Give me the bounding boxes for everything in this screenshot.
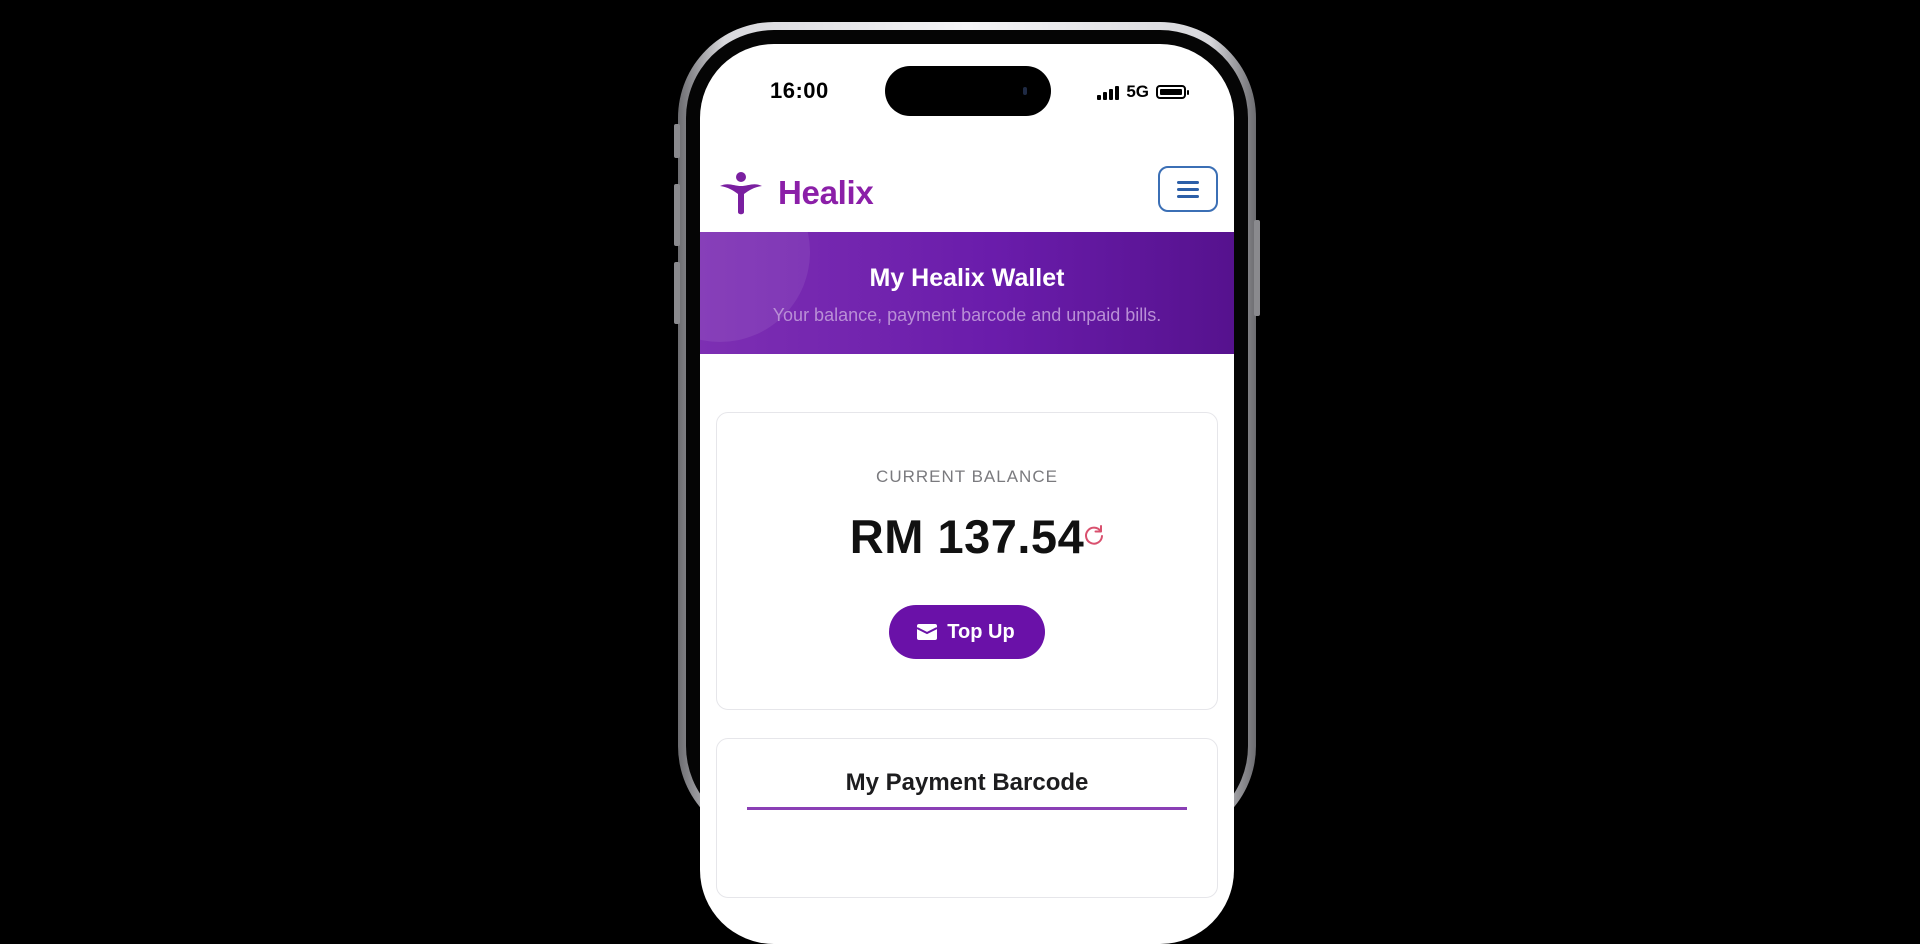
status-icons: 5G <box>1097 82 1189 102</box>
signal-icon <box>1097 84 1120 100</box>
person-arms-raised-logo[interactable] <box>718 170 764 216</box>
page-title: My Healix Wallet <box>869 264 1065 292</box>
status-time: 16:00 <box>770 78 829 103</box>
menu-line <box>1177 187 1199 191</box>
side-button-volume-up <box>674 184 680 246</box>
top-up-button[interactable]: Top Up <box>889 605 1045 659</box>
camera-dot <box>1023 87 1027 95</box>
balance-amount: RM 137.54 <box>849 510 1085 563</box>
payment-barcode-card: My Payment Barcode <box>716 738 1218 898</box>
top-up-label: Top Up <box>947 620 1015 643</box>
barcode-title: My Payment Barcode <box>845 769 1089 796</box>
battery-level <box>1160 89 1182 95</box>
battery-icon <box>1156 85 1189 99</box>
menu-line <box>1177 194 1199 198</box>
side-button-action <box>674 124 680 158</box>
hamburger-menu-button[interactable] <box>1158 166 1218 212</box>
wallet-icon <box>917 624 938 640</box>
balance-row: RM 137.54 <box>717 509 1217 565</box>
balance-label: CURRENT BALANCE <box>876 467 1058 486</box>
balance-card: CURRENT BALANCE RM 137.54 Top Up <box>716 412 1218 710</box>
menu-line <box>1177 180 1199 184</box>
side-button-power <box>1254 220 1260 316</box>
phone-screen: 16:00 5G Healix My Healix Wallet Your ba… <box>700 44 1234 944</box>
dynamic-island <box>885 66 1051 116</box>
network-type: 5G <box>1126 82 1149 101</box>
page-subtitle: Your balance, payment barcode and unpaid… <box>772 305 1162 325</box>
side-button-volume-down <box>674 262 680 324</box>
barcode-title-underline <box>747 807 1187 810</box>
app-header: Healix <box>700 154 1234 230</box>
brand-name: Healix <box>778 174 874 211</box>
wallet-banner: My Healix Wallet Your balance, payment b… <box>700 232 1234 354</box>
phone-frame: 16:00 5G Healix My Healix Wallet Your ba… <box>674 22 1260 944</box>
refresh-icon[interactable] <box>1082 523 1106 547</box>
